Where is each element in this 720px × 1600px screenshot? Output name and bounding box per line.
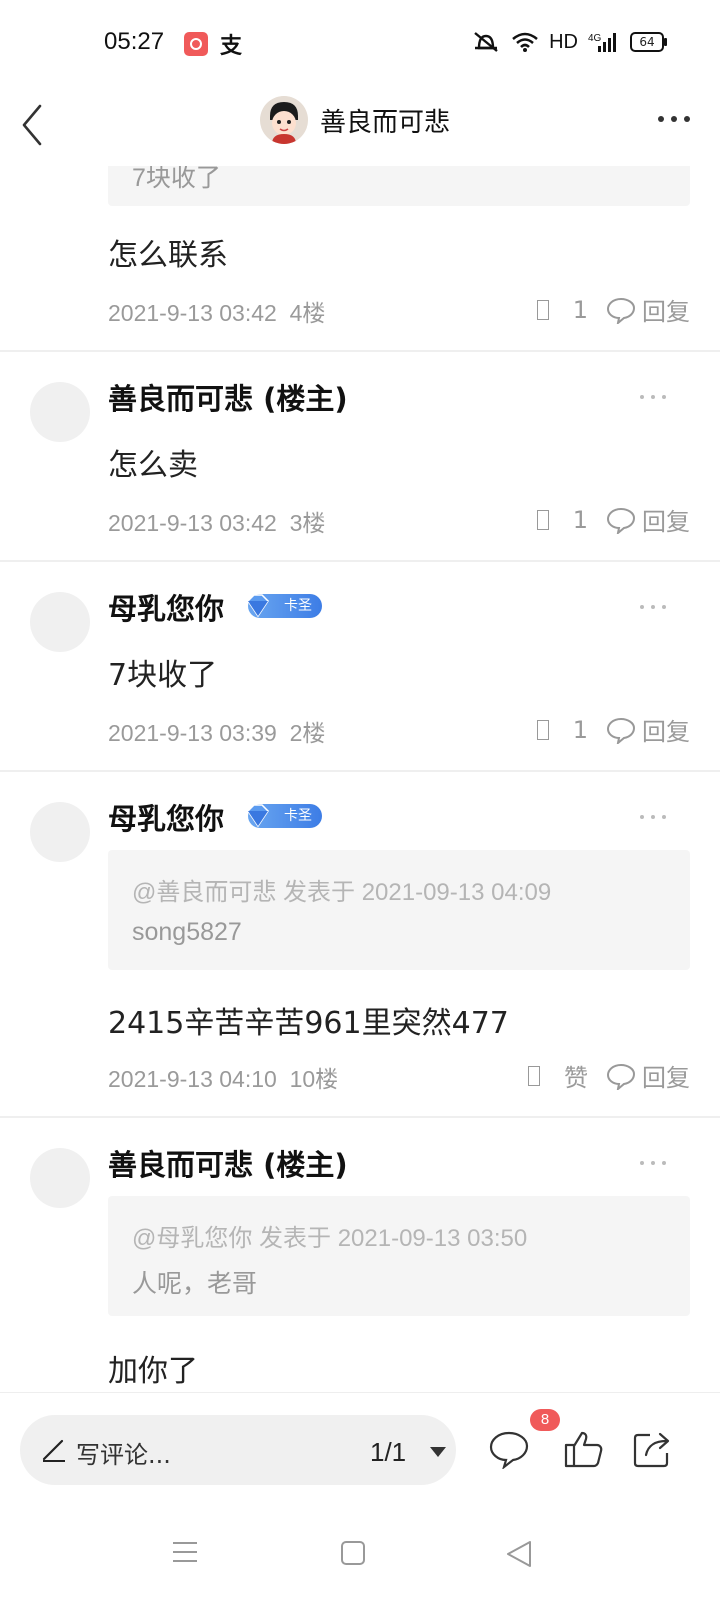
- username[interactable]: 善良而可悲 (楼主): [108, 376, 348, 418]
- alipay-notification-icon: 支: [220, 34, 243, 59]
- wifi-icon: [512, 32, 538, 52]
- user-badge: 卡圣: [247, 804, 322, 828]
- quote-text: 人呢，老哥: [132, 1270, 258, 1298]
- badge-label: 卡圣: [284, 598, 312, 614]
- username[interactable]: 母乳您你: [108, 586, 224, 628]
- header-avatar[interactable]: [260, 96, 308, 144]
- quote-box: @善良而可悲 发表于 2021-09-13 04:09 song5827: [108, 850, 690, 970]
- bottom-action-bar: 写评论... 1/1 8: [0, 1392, 720, 1503]
- diamond-icon: [247, 804, 269, 828]
- system-nav-bar: [0, 1502, 720, 1600]
- notification-app-icon: [184, 32, 208, 56]
- quote-box: 7块收了: [108, 166, 690, 206]
- quote-text: song5827: [132, 918, 242, 946]
- quote-text: 7块收了: [132, 166, 221, 192]
- like-count: 赞: [564, 1064, 588, 1092]
- floor-number: 10楼: [289, 1066, 339, 1092]
- pencil-icon: [42, 1439, 65, 1462]
- badge-label: 卡圣: [284, 808, 312, 824]
- reply-time: 2021-9-13 03:42: [108, 300, 277, 326]
- reply-meta: 2021-9-13 03:42 4楼: [108, 294, 325, 328]
- mute-icon: [474, 32, 498, 52]
- reply-meta: 2021-9-13 04:10 10楼: [108, 1060, 338, 1094]
- status-time: 05:27: [104, 28, 165, 55]
- more-icon[interactable]: [638, 1158, 668, 1168]
- more-icon[interactable]: [638, 602, 668, 612]
- dropdown-arrow-icon[interactable]: [428, 1445, 448, 1459]
- username[interactable]: 善良而可悲 (楼主): [108, 1142, 348, 1184]
- reply-button[interactable]: 回复: [642, 712, 690, 747]
- back-button[interactable]: [20, 100, 70, 150]
- like-count: 1: [572, 505, 588, 534]
- reply-list: 7块收了 怎么联系 2021-9-13 03:42 4楼 1 回复 善良而可悲 …: [0, 166, 720, 1392]
- reply-actions: 1 回复: [536, 292, 690, 327]
- reply-text: 怎么卖: [108, 448, 198, 483]
- like-icon[interactable]: [536, 719, 549, 740]
- floor-number: 3楼: [289, 510, 326, 536]
- divider: [0, 1116, 720, 1118]
- reply-text: 7块收了: [108, 658, 218, 693]
- reply-button[interactable]: 回复: [642, 1058, 690, 1093]
- username[interactable]: 母乳您你: [108, 796, 224, 838]
- comment-bubble-icon: [606, 297, 636, 324]
- like-icon[interactable]: [536, 299, 549, 320]
- quote-header: @母乳您你 发表于 2021-09-13 03:50: [132, 1225, 528, 1252]
- like-count: 1: [572, 715, 588, 744]
- reply-text: 2415辛苦辛苦961里突然477: [108, 1006, 509, 1041]
- like-count: 1: [572, 295, 588, 324]
- comment-icon[interactable]: [488, 1429, 530, 1469]
- more-options-button[interactable]: [654, 104, 694, 134]
- quote-header: @善良而可悲 发表于 2021-09-13 04:09: [132, 879, 552, 906]
- svg-text:4G: 4G: [588, 33, 602, 44]
- divider: [0, 350, 720, 352]
- divider: [0, 560, 720, 562]
- diamond-icon: [247, 594, 269, 618]
- reply-meta: 2021-9-13 03:39 2楼: [108, 714, 325, 748]
- user-badge: 卡圣: [247, 594, 322, 618]
- avatar[interactable]: [30, 592, 90, 652]
- quote-box: @母乳您你 发表于 2021-09-13 03:50 人呢，老哥: [108, 1196, 690, 1316]
- reply-text: 加你了: [108, 1354, 198, 1389]
- comment-bubble-icon: [606, 1063, 636, 1090]
- divider: [0, 770, 720, 772]
- reply-time: 2021-9-13 04:10: [108, 1066, 277, 1092]
- signal-icon: 4G: [588, 33, 616, 52]
- reply-time: 2021-9-13 03:42: [108, 510, 277, 536]
- like-icon[interactable]: [528, 1065, 540, 1086]
- reply-actions: 1 回复: [536, 502, 690, 537]
- reply-meta: 2021-9-13 03:42 3楼: [108, 504, 325, 538]
- reply-button[interactable]: 回复: [642, 502, 690, 537]
- comment-bubble-icon: [606, 717, 636, 744]
- home-icon[interactable]: [340, 1540, 366, 1566]
- hd-indicator: HD: [549, 30, 578, 53]
- share-icon[interactable]: [632, 1429, 674, 1469]
- status-icons: HD 4G 64: [471, 30, 667, 54]
- avatar[interactable]: [30, 1148, 90, 1208]
- reply-button[interactable]: 回复: [642, 292, 690, 327]
- menu-icon[interactable]: [172, 1540, 198, 1564]
- more-icon[interactable]: [638, 392, 668, 402]
- like-icon[interactable]: [536, 509, 549, 530]
- status-bar: 05:27 支 HD 4G 64: [0, 0, 720, 88]
- comment-count-badge: 8: [530, 1409, 560, 1431]
- more-icon[interactable]: [638, 812, 668, 822]
- floor-number: 4楼: [289, 300, 326, 326]
- reply-time: 2021-9-13 03:39: [108, 720, 277, 746]
- reply-text: 怎么联系: [108, 238, 228, 273]
- comment-placeholder: 写评论...: [76, 1441, 171, 1469]
- comment-input[interactable]: 写评论... 1/1: [20, 1415, 456, 1485]
- comment-bubble-icon: [606, 507, 636, 534]
- battery-indicator: 64: [630, 32, 667, 52]
- avatar[interactable]: [30, 802, 90, 862]
- thread-header: 善良而可悲: [0, 88, 720, 166]
- reply-actions: 赞 回复: [528, 1058, 690, 1093]
- avatar[interactable]: [30, 382, 90, 442]
- thread-title: 善良而可悲: [320, 108, 451, 138]
- page-indicator[interactable]: 1/1: [370, 1437, 406, 1468]
- floor-number: 2楼: [289, 720, 326, 746]
- back-nav-icon[interactable]: [506, 1540, 532, 1568]
- reply-actions: 1 回复: [536, 712, 690, 747]
- thumbs-up-icon[interactable]: [562, 1429, 604, 1469]
